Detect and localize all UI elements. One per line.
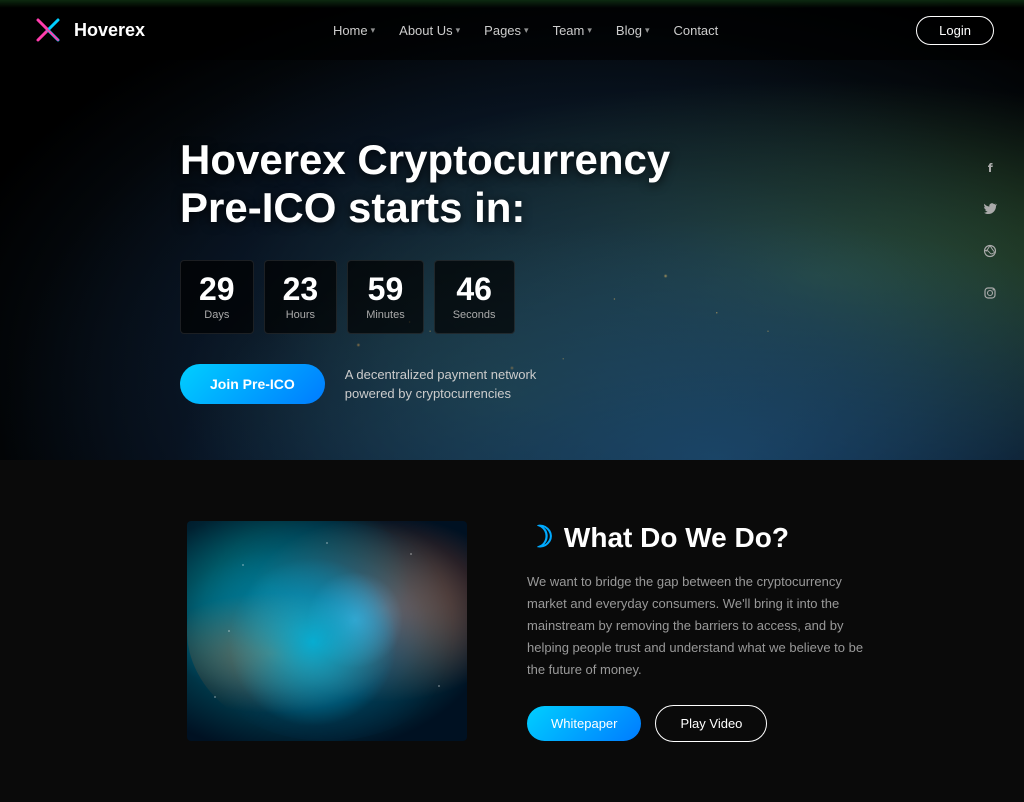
social-sidebar	[976, 153, 1004, 307]
countdown-hours: 23 Hours	[264, 260, 338, 334]
whitepaper-button[interactable]: Whitepaper	[527, 706, 641, 741]
hero-title: Hoverex Cryptocurrency Pre-ICO starts in…	[180, 136, 670, 233]
facebook-icon[interactable]	[976, 153, 1004, 181]
chevron-down-icon: ▾	[371, 25, 376, 36]
seconds-label: Seconds	[453, 309, 496, 321]
countdown-minutes: 59 Minutes	[347, 260, 424, 334]
nav-home[interactable]: Home ▾	[323, 17, 385, 44]
chevron-down-icon: ▾	[645, 25, 650, 36]
hours-value: 23	[283, 273, 319, 305]
twitter-icon[interactable]	[976, 195, 1004, 223]
countdown-timer: 29 Days 23 Hours 59 Minutes 46 Seconds	[180, 260, 670, 334]
chevron-down-icon: ▾	[587, 25, 592, 36]
brand-name: Hoverex	[74, 20, 145, 41]
dribbble-icon[interactable]	[976, 237, 1004, 265]
nebula-stars	[187, 521, 467, 741]
what-we-do-section: ☽ What Do We Do? We want to bridge the g…	[0, 460, 1024, 802]
login-button[interactable]: Login	[916, 16, 994, 45]
chevron-down-icon: ▾	[524, 25, 529, 36]
minutes-value: 59	[366, 273, 405, 305]
hero-content: Hoverex Cryptocurrency Pre-ICO starts in…	[0, 46, 670, 415]
instagram-icon[interactable]	[976, 279, 1004, 307]
join-pre-ico-button[interactable]: Join Pre-ICO	[180, 364, 325, 404]
hero-buttons: Join Pre-ICO A decentralized payment net…	[180, 364, 670, 404]
nav-pages[interactable]: Pages ▾	[474, 17, 538, 44]
chevron-down-icon: ▾	[456, 25, 461, 36]
nav-links: Home ▾ About Us ▾ Pages ▾ Team ▾ Blog ▾ …	[323, 17, 728, 44]
what-we-do-title: ☽ What Do We Do?	[527, 520, 867, 555]
nav-about[interactable]: About Us ▾	[389, 17, 470, 44]
what-we-do-content: ☽ What Do We Do? We want to bridge the g…	[527, 520, 867, 742]
navbar: Hoverex Home ▾ About Us ▾ Pages ▾ Team ▾…	[0, 0, 1024, 60]
logo-icon	[30, 12, 66, 48]
nav-contact[interactable]: Contact	[663, 17, 728, 44]
days-value: 29	[199, 273, 235, 305]
nebula-image	[187, 521, 467, 741]
hero-tagline: A decentralized payment network powered …	[345, 365, 537, 404]
minutes-label: Minutes	[366, 309, 405, 321]
countdown-days: 29 Days	[180, 260, 254, 334]
moon-icon: ☽	[527, 520, 554, 555]
hero-section: Hoverex Cryptocurrency Pre-ICO starts in…	[0, 0, 1024, 460]
nav-team[interactable]: Team ▾	[543, 17, 602, 44]
section-two-buttons: Whitepaper Play Video	[527, 705, 867, 742]
days-label: Days	[199, 309, 235, 321]
countdown-seconds: 46 Seconds	[434, 260, 515, 334]
seconds-value: 46	[453, 273, 496, 305]
hours-label: Hours	[283, 309, 319, 321]
what-we-do-text: We want to bridge the gap between the cr…	[527, 571, 867, 681]
nav-blog[interactable]: Blog ▾	[606, 17, 660, 44]
play-video-button[interactable]: Play Video	[655, 705, 767, 742]
logo[interactable]: Hoverex	[30, 12, 145, 48]
